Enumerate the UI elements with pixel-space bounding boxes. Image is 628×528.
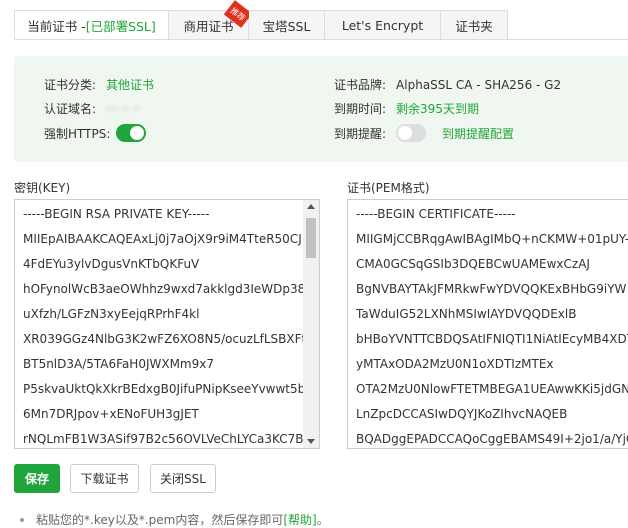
help-note-text: 粘贴您的*.key以及*.pem内容，然后保存即可 [36,513,284,527]
tab-commercial-cert-label: 商用证书 [183,18,234,34]
cert-brand-label: 证书品牌: [334,78,387,92]
cert-domain-label: 认证域名: [44,102,97,116]
tab-letsencrypt[interactable]: Let's Encrypt [325,10,441,40]
key-line: uXfzh/LGFzN3xyEejqRPrhF4kl [23,307,200,321]
cert-line: -----BEGIN CERTIFICATE----- [356,207,516,221]
tab-cert-folder[interactable]: 证书夹 [441,10,508,40]
tab-divider [14,39,628,40]
key-line: hOFynolWcB3aeOWhhz9wxd7akklgd3IeWDp38/ [23,282,310,296]
cert-domain-row: 认证域名: ··· ·· ·· [44,100,140,117]
cert-line: BQADggEPADCCAQoCggEBAMS49I+2jo1/a/YjC [356,432,628,446]
cert-title: 证书(PEM格式) [347,181,430,195]
key-line: rNQLmFB1W3ASif97B2c56OVLVeChLYCa3KC7BY [23,432,311,446]
help-note-end: 。 [316,513,329,527]
cert-category-label: 证书分类: [44,78,97,92]
key-line: XR039GGz4NlbG3K2wFZ6XO8N5/ocuzLfLSBXFtL [23,332,313,346]
key-line: -----BEGIN RSA PRIVATE KEY----- [23,207,210,221]
tab-bar: 当前证书 - [已部署SSL] 商用证书 推荐 宝塔SSL Let's Encr… [14,0,508,40]
scroll-down-arrow-icon[interactable] [307,439,315,444]
tab-baota-ssl-label: 宝塔SSL [262,18,311,34]
tab-baota-ssl[interactable]: 宝塔SSL [249,10,325,40]
tab-cert-folder-label: 证书夹 [455,18,493,34]
cert-category-value: 其他证书 [106,78,155,92]
key-line: 6Mn7DRJpov+xENoFUH3gJET [23,407,199,421]
toggle-knob [398,126,413,140]
expiry-reminder-label: 到期提醒: [334,126,387,141]
expiry-value: 剩余395天到期 [396,102,479,116]
tab-current-cert-label: 当前证书 - [27,18,86,34]
download-cert-button[interactable]: 下载证书 [70,464,139,493]
cert-lines: -----BEGIN CERTIFICATE----- MIIGMjCCBRqg… [356,200,628,448]
key-line: MIIEpAIBAAKCAQEAxLj0j7aOjX9r9iM4TteR50CJ [23,232,302,246]
key-title: 密钥(KEY) [14,181,71,195]
force-https-row: 强制HTTPS: [44,124,147,142]
cert-brand-value: AlphaSSL CA - SHA256 - G2 [396,77,562,92]
key-textarea[interactable]: -----BEGIN RSA PRIVATE KEY----- MIIEpAIB… [14,199,320,449]
tab-commercial-cert[interactable]: 商用证书 推荐 [169,0,253,40]
force-https-toggle[interactable] [116,124,147,142]
cert-brand-row: 证书品牌: AlphaSSL CA - SHA256 - G2 [334,76,561,93]
expiry-reminder-row: 到期提醒: 到期提醒配置 [334,124,514,142]
expiry-label: 到期时间: [334,102,387,116]
tab-current-cert[interactable]: 当前证书 - [已部署SSL] [14,10,169,40]
cert-line: CMA0GCSqGSIb3DQEBCwUAMEwxCzAJ [356,257,590,271]
bullet-icon [20,517,24,522]
cert-line: MIIGMjCCBRqgAwIBAgIMbQ+nCKMW+01pUY- [356,232,628,246]
key-scrollbar[interactable] [303,200,319,448]
key-lines: -----BEGIN RSA PRIVATE KEY----- MIIEpAIB… [23,200,319,448]
cert-domain-value: ··· ·· ·· [106,101,141,116]
scroll-up-arrow-icon[interactable] [307,204,315,209]
expiry-reminder-toggle[interactable] [396,124,427,142]
cert-line: bHBoYVNTTCBDQSAtIFNIQTI1NiAtIEcyMB4XDT [356,332,628,346]
save-button[interactable]: 保存 [14,464,60,493]
cert-line: yMTAxODA2MzU0N1oXDTIzMTEx [356,357,554,371]
key-line: P5skvaUktQkXkrBEdxgB0JifuPNipKseeYvwwt5b… [23,382,309,396]
tab-letsencrypt-label: Let's Encrypt [341,17,424,33]
scroll-thumb[interactable] [306,218,316,258]
cert-line: LnZpcDCCASIwDQYJKoZIhvcNAQEB [356,407,568,421]
cert-category-row: 证书分类: 其他证书 [44,76,154,93]
toggle-knob [130,126,145,140]
key-line: 4FdEYu3ylvDgusVnKTbQKFuV [23,257,200,271]
help-note: 粘贴您的*.key以及*.pem内容，然后保存即可 [帮助] 。 [14,511,329,528]
force-https-label: 强制HTTPS: [44,126,111,141]
cert-line: OTA2MzU0NlowFTETMBEGA1UEAwwKKi5jdGNi [356,382,628,396]
cert-line: BgNVBAYTAkJFMRkwFwYDVQQKExBHbG9iYW [356,282,627,296]
key-line: BT5nlD3A/5TA6FaH0JWXMm9x7 [23,357,214,371]
expiry-row: 到期时间: 剩余395天到期 [334,100,479,117]
cert-textarea[interactable]: -----BEGIN CERTIFICATE----- MIIGMjCCBRqg… [347,199,628,449]
cert-line: TaWduIG52LXNhMSIwIAYDVQQDExlB [356,307,577,321]
expiry-reminder-config-link[interactable]: 到期提醒配置 [442,125,514,142]
help-link[interactable]: [帮助] [283,511,316,528]
close-ssl-button[interactable]: 关闭SSL [150,464,216,493]
tab-current-cert-status: [已部署SSL] [85,18,156,34]
